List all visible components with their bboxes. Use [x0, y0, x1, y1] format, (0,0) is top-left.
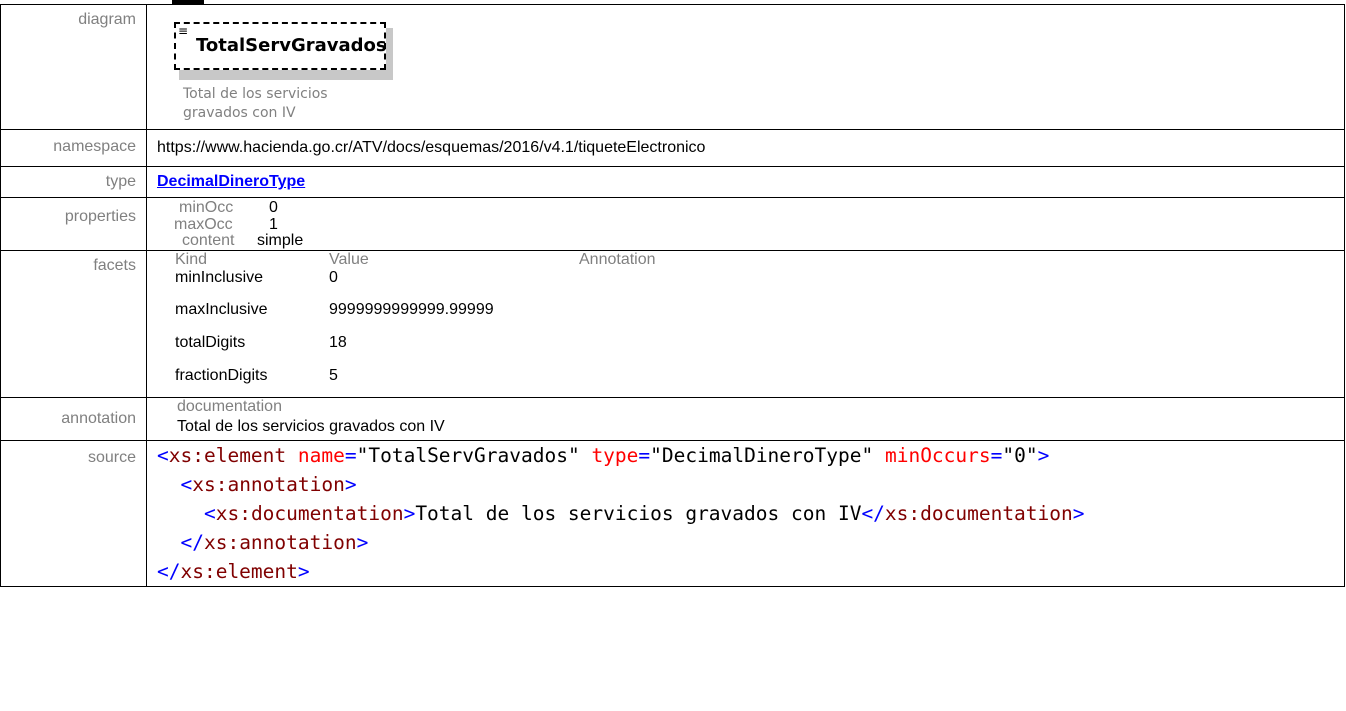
- properties-cell: minOcc 0 maxOcc 1 content simple: [146, 197, 1345, 251]
- annotation-header: documentation: [177, 398, 282, 415]
- code-punct: <: [180, 473, 193, 496]
- element-box[interactable]: ≡ TotalServGravados: [174, 22, 387, 70]
- namespace-value: https://www.hacienda.go.cr/ATV/docs/esqu…: [146, 129, 1345, 167]
- annotation-text: Total de los servicios gravados con IV: [177, 418, 445, 435]
- code-string: "DecimalDineroType": [650, 444, 874, 467]
- row-diagram: diagram ≡ TotalServGravados Total de los…: [0, 4, 1345, 130]
- facet-value: 18: [329, 334, 347, 351]
- code-tag: xs:documentation: [884, 502, 1073, 525]
- code-tag: xs:annotation: [203, 531, 357, 554]
- source-code: <xs:element name="TotalServGravados" typ…: [157, 444, 1085, 583]
- code-punct: >: [403, 502, 416, 525]
- facet-kind: maxInclusive: [175, 301, 268, 318]
- label-facets: facets: [0, 250, 147, 398]
- facet-value: 0: [329, 269, 338, 286]
- code-punct: <: [157, 444, 169, 467]
- label-annotation: annotation: [0, 397, 147, 441]
- property-value: 0: [269, 199, 278, 216]
- label-properties: properties: [0, 197, 147, 251]
- row-source: source <xs:element name="TotalServGravad…: [0, 440, 1345, 587]
- code-punct: >: [344, 473, 357, 496]
- facets-header-kind: Kind: [175, 251, 208, 268]
- element-box-name: TotalServGravados: [196, 35, 387, 56]
- facets-header-annotation: Annotation: [579, 251, 656, 268]
- facets-cell: Kind Value Annotation minInclusive 0 max…: [146, 250, 1345, 398]
- code-punct: </: [157, 560, 181, 583]
- code-punct: >: [1072, 502, 1085, 525]
- code-punct: >: [356, 531, 369, 554]
- label-source: source: [0, 440, 147, 587]
- diagram-cell: ≡ TotalServGravados Total de los servici…: [146, 4, 1345, 130]
- diagram-doc-line: Total de los servicios: [183, 86, 328, 102]
- code-text: Total de los servicios gravados con IV: [415, 502, 862, 525]
- facet-kind: minInclusive: [175, 269, 264, 286]
- row-properties: properties minOcc 0 maxOcc 1 content sim…: [0, 197, 1345, 251]
- element-diagram: ≡ TotalServGravados Total de los servici…: [157, 5, 1344, 129]
- type-link[interactable]: DecimalDineroType: [157, 173, 305, 190]
- row-facets: facets Kind Value Annotation minInclusiv…: [0, 250, 1345, 398]
- code-tag: xs:annotation: [192, 473, 345, 496]
- code-attr: name: [297, 444, 345, 467]
- label-diagram: diagram: [0, 4, 147, 130]
- code-tag: xs:element: [180, 560, 298, 583]
- element-doc-table: diagram ≡ TotalServGravados Total de los…: [0, 4, 1345, 587]
- code-punct: >: [1037, 444, 1050, 467]
- row-namespace: namespace https://www.hacienda.go.cr/ATV…: [0, 129, 1345, 167]
- code-punct: >: [297, 560, 310, 583]
- code-string: "0": [1002, 444, 1038, 467]
- facet-kind: totalDigits: [175, 334, 246, 351]
- code-attr: type: [591, 444, 639, 467]
- code-tag: xs:documentation: [215, 502, 404, 525]
- facet-kind: fractionDigits: [175, 367, 268, 384]
- facet-value: 9999999999999.99999: [329, 301, 494, 318]
- annotation-cell: documentation Total de los servicios gra…: [146, 397, 1345, 441]
- code-punct: <: [203, 502, 216, 525]
- property-value: simple: [257, 232, 304, 249]
- property-key: content: [182, 232, 235, 249]
- facets-table: Kind Value Annotation minInclusive 0 max…: [157, 251, 1344, 397]
- code-attr: minOccurs: [884, 444, 991, 467]
- source-cell: <xs:element name="TotalServGravados" typ…: [146, 440, 1345, 587]
- diagram-doc-line: gravados con IV: [183, 105, 296, 121]
- label-type: type: [0, 166, 147, 198]
- row-annotation: annotation documentation Total de los se…: [0, 397, 1345, 441]
- code-punct: </: [180, 531, 204, 554]
- facets-header-value: Value: [329, 251, 369, 268]
- annotation-block: documentation Total de los servicios gra…: [157, 398, 1344, 440]
- diagram-documentation: Total de los servicios gravados con IV: [183, 85, 383, 123]
- type-cell: DecimalDineroType: [146, 166, 1345, 198]
- code-punct: </: [861, 502, 885, 525]
- element-content-icon: ≡: [178, 24, 189, 38]
- code-string: "TotalServGravados": [356, 444, 580, 467]
- property-key: minOcc: [179, 199, 234, 216]
- properties-table: minOcc 0 maxOcc 1 content simple: [157, 198, 1344, 250]
- label-namespace: namespace: [0, 129, 147, 167]
- facet-value: 5: [329, 367, 338, 384]
- code-tag: xs:element: [168, 444, 287, 467]
- row-type: type DecimalDineroType: [0, 166, 1345, 198]
